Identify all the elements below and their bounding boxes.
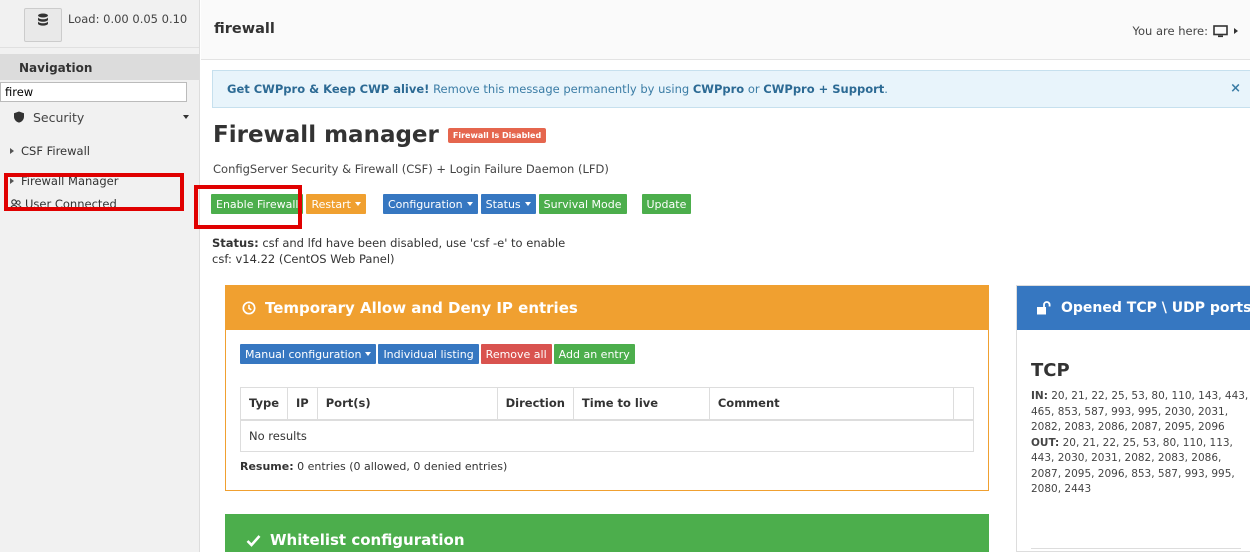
temp-panel-toolbar: Manual configuration Individual listing …	[240, 344, 637, 364]
out-label: OUT:	[1031, 436, 1060, 449]
close-icon[interactable]: ×	[1230, 81, 1241, 96]
nav-section-security[interactable]: Security	[0, 102, 199, 132]
nav-search-input[interactable]	[0, 82, 187, 102]
restart-button[interactable]: Restart	[306, 194, 366, 214]
load-readout: Load: 0.00 0.05 0.10	[68, 12, 188, 26]
chevron-down-icon	[355, 202, 361, 206]
chevron-down-icon	[466, 202, 473, 206]
page-heading: firewall	[214, 21, 275, 37]
tcp-heading: TCP	[1031, 360, 1070, 381]
column-header[interactable]: IP	[287, 387, 318, 421]
highlight-box	[4, 173, 184, 211]
highlight-box	[194, 185, 302, 229]
check-icon	[246, 534, 261, 547]
table-row: No results	[240, 419, 974, 452]
column-header[interactable]: Comment	[708, 387, 955, 421]
status-text: Status: csf and lfd have been disabled, …	[212, 235, 565, 267]
remove-all-label: Remove all	[485, 347, 547, 361]
column-header[interactable]: Time to live	[572, 387, 710, 421]
resume-label: Resume:	[240, 460, 294, 473]
resume-text: Resume: 0 entries (0 allowed, 0 denied e…	[240, 460, 507, 473]
chevron-down-icon	[183, 115, 189, 119]
sidebar-item-label: CSF Firewall	[21, 144, 90, 158]
ports-body: TCP IN: 20, 21, 22, 25, 53, 80, 110, 143…	[1017, 330, 1250, 498]
monitor-icon[interactable]	[1213, 24, 1228, 38]
whitelist-panel: Whitelist configuration	[225, 514, 989, 552]
remove-all-button[interactable]: Remove all	[480, 344, 552, 364]
table-header-row: Type IP Port(s) Direction Time to live C…	[239, 387, 974, 421]
resume-value: 0 entries (0 allowed, 0 denied entries)	[293, 460, 508, 473]
alert-or: or	[744, 82, 764, 96]
column-header[interactable]: Type	[239, 387, 289, 421]
shield-icon	[14, 111, 24, 123]
panel-title: Temporary Allow and Deny IP entries	[265, 299, 578, 317]
chevron-down-icon	[524, 202, 531, 206]
caret-right-icon	[1234, 28, 1238, 34]
empty-cell: No results	[240, 419, 974, 452]
page-title-text: Firewall manager	[213, 122, 439, 148]
database-button[interactable]	[24, 8, 62, 42]
database-icon	[38, 13, 48, 26]
column-header-spacer	[953, 387, 974, 421]
breadcrumb-label: You are here:	[1132, 24, 1208, 38]
panel-title: Opened TCP \ UDP ports	[1061, 300, 1250, 316]
page-subtitle: ConfigServer Security & Firewall (CSF) +…	[213, 162, 609, 176]
add-entry-label: Add an entry	[558, 347, 630, 361]
out-ports-value: 20, 21, 22, 25, 53, 80, 110, 113, 443, 2…	[1031, 436, 1235, 496]
status-message: csf and lfd have been disabled, use 'csf…	[258, 236, 566, 250]
chevron-down-icon	[365, 352, 372, 356]
status-button[interactable]: Status	[480, 194, 536, 214]
panel-title: Whitelist configuration	[270, 531, 465, 549]
manual-configuration-button[interactable]: Manual configuration	[240, 344, 377, 364]
temporary-entries-panel: Temporary Allow and Deny IP entries Manu…	[225, 285, 989, 491]
status-label-bold: Status:	[212, 236, 259, 250]
restart-label: Restart	[311, 197, 351, 211]
tcp-out-ports: OUT: 20, 21, 22, 25, 53, 80, 110, 113, 4…	[1031, 436, 1250, 498]
column-header[interactable]: Port(s)	[316, 387, 498, 421]
tcp-in-ports: IN: 20, 21, 22, 25, 53, 80, 110, 143, 44…	[1031, 389, 1250, 436]
alert-end: .	[884, 82, 888, 96]
load-box: Load: 0.00 0.05 0.10	[0, 0, 199, 48]
status-label: Status	[485, 197, 521, 211]
individual-listing-label: Individual listing	[383, 347, 474, 361]
configuration-button[interactable]: Configuration	[383, 194, 478, 214]
divider	[1031, 548, 1241, 549]
caret-right-icon	[10, 148, 14, 154]
top-bar: firewall You are here:	[201, 0, 1250, 60]
panel-header[interactable]: Whitelist configuration	[226, 515, 988, 552]
entries-table: Type IP Port(s) Direction Time to live C…	[239, 387, 974, 452]
alert-bold: Get CWPpro & Keep CWP alive!	[227, 82, 430, 96]
cwppro-link[interactable]: CWPpro	[693, 82, 744, 96]
clock-icon	[242, 301, 256, 315]
unlock-icon	[1037, 301, 1051, 315]
nav-header: Navigation	[0, 54, 199, 80]
panel-header: Opened TCP \ UDP ports	[1017, 286, 1250, 330]
survival-mode-button[interactable]: Survival Mode	[538, 194, 627, 214]
alert-text: Remove this message permanently by using	[429, 82, 693, 96]
cwppro-support-link[interactable]: CWPpro + Support	[763, 82, 884, 96]
survival-mode-label: Survival Mode	[543, 197, 622, 211]
update-label: Update	[646, 197, 687, 211]
update-button[interactable]: Update	[641, 194, 692, 214]
individual-listing-button[interactable]: Individual listing	[378, 344, 479, 364]
opened-ports-panel: Opened TCP \ UDP ports TCP IN: 20, 21, 2…	[1016, 285, 1250, 552]
breadcrumb: You are here:	[1132, 24, 1238, 38]
configuration-label: Configuration	[388, 197, 463, 211]
sidebar-item-csf-firewall[interactable]: CSF Firewall	[0, 136, 199, 166]
in-label: IN:	[1031, 390, 1048, 402]
page-title: Firewall manager Firewall Is Disabled	[213, 122, 547, 148]
manual-configuration-label: Manual configuration	[245, 347, 362, 361]
sidebar: Load: 0.00 0.05 0.10 Navigation Security…	[0, 0, 200, 552]
promo-alert: Get CWPpro & Keep CWP alive! Remove this…	[212, 70, 1250, 108]
nav-section-label: Security	[33, 109, 85, 125]
in-ports-value: 20, 21, 22, 25, 53, 80, 110, 143, 443, 4…	[1031, 390, 1249, 433]
add-entry-button[interactable]: Add an entry	[553, 344, 635, 364]
column-header[interactable]: Direction	[496, 387, 574, 421]
panel-header: Temporary Allow and Deny IP entries	[226, 286, 988, 330]
csf-version: csf: v14.22 (CentOS Web Panel)	[212, 252, 395, 266]
status-badge: Firewall Is Disabled	[447, 127, 547, 143]
